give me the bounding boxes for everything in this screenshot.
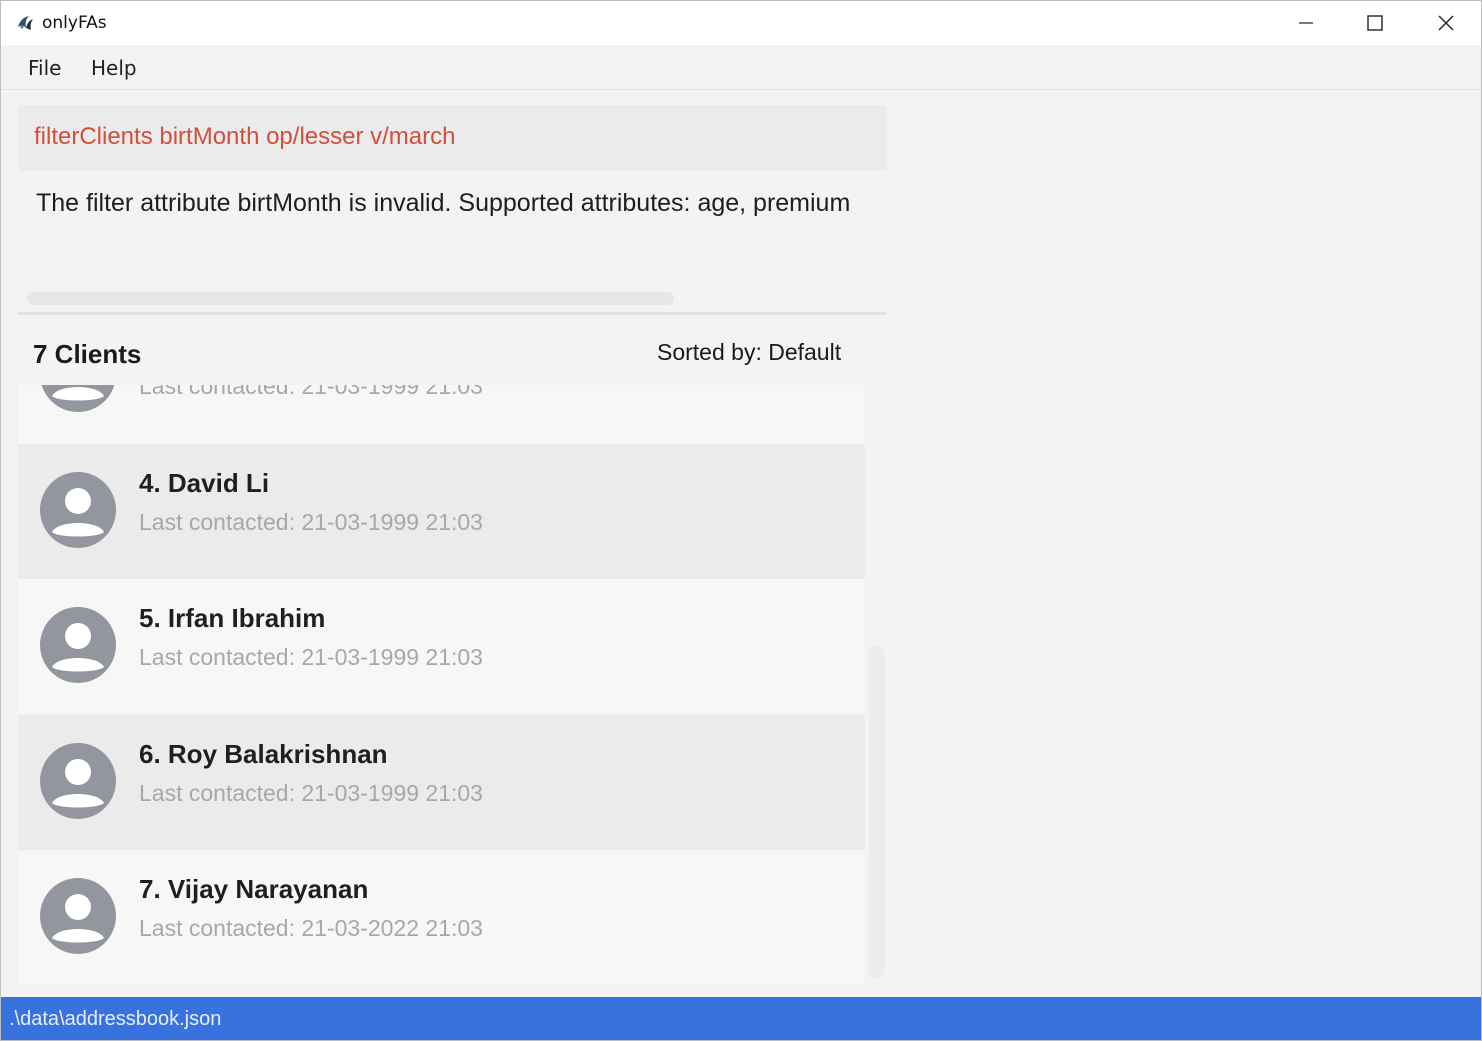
list-item[interactable]: 5. Irfan Ibrahim Last contacted: 21-03-1… bbox=[18, 579, 865, 714]
client-list[interactable]: Last contacted: 21-03-1999 21:03 4. Davi… bbox=[18, 385, 865, 985]
maximize-icon bbox=[1367, 15, 1383, 31]
app-logo-icon bbox=[18, 16, 33, 30]
status-bar: .\data\addressbook.json bbox=[1, 997, 1481, 1040]
avatar-icon bbox=[40, 878, 116, 954]
list-item[interactable]: 6. Roy Balakrishnan Last contacted: 21-0… bbox=[18, 715, 865, 850]
command-text[interactable]: filterClients birtMonth op/lesser v/marc… bbox=[34, 123, 455, 151]
list-vertical-scrollbar[interactable] bbox=[869, 646, 885, 978]
avatar-icon bbox=[40, 743, 116, 819]
last-contacted: Last contacted: 21-03-1999 21:03 bbox=[139, 509, 483, 535]
app-window: onlyFAs File Help filterClients birtMont… bbox=[0, 0, 1482, 1041]
minimize-button[interactable] bbox=[1271, 1, 1341, 45]
close-button[interactable] bbox=[1411, 1, 1481, 45]
divider bbox=[18, 312, 887, 315]
last-contacted: Last contacted: 21-03-1999 21:03 bbox=[139, 385, 483, 399]
maximize-button[interactable] bbox=[1340, 1, 1410, 45]
client-name: 5. Irfan Ibrahim bbox=[139, 603, 326, 633]
data-file-path: .\data\addressbook.json bbox=[9, 1008, 222, 1030]
client-name: 7. Vijay Narayanan bbox=[139, 874, 369, 904]
menu-help[interactable]: Help bbox=[91, 56, 137, 80]
last-contacted: Last contacted: 21-03-1999 21:03 bbox=[139, 780, 483, 806]
client-name: 6. Roy Balakrishnan bbox=[139, 739, 388, 769]
list-item[interactable]: 7. Vijay Narayanan Last contacted: 21-03… bbox=[18, 850, 865, 985]
command-input[interactable]: filterClients birtMonth op/lesser v/marc… bbox=[18, 105, 887, 171]
avatar-icon bbox=[40, 472, 116, 548]
close-icon bbox=[1438, 15, 1454, 31]
minimize-icon bbox=[1299, 22, 1313, 24]
result-message: The filter attribute birtMonth is invali… bbox=[36, 189, 851, 217]
list-item[interactable]: Last contacted: 21-03-1999 21:03 bbox=[18, 385, 865, 443]
list-item[interactable]: 4. David Li Last contacted: 21-03-1999 2… bbox=[18, 444, 865, 579]
client-name: 4. David Li bbox=[139, 468, 270, 498]
avatar-icon bbox=[41, 385, 115, 412]
title-bar: onlyFAs bbox=[1, 1, 1481, 45]
last-contacted: Last contacted: 21-03-2022 21:03 bbox=[139, 915, 483, 941]
menu-bar: File Help bbox=[1, 45, 1481, 90]
menu-file[interactable]: File bbox=[28, 56, 61, 80]
window-title: onlyFAs bbox=[42, 13, 107, 33]
avatar-icon bbox=[40, 607, 116, 683]
client-count: 7 Clients bbox=[33, 339, 142, 369]
last-contacted: Last contacted: 21-03-1999 21:03 bbox=[139, 644, 483, 670]
sort-label: Sorted by: Default bbox=[657, 339, 842, 365]
result-horizontal-scrollbar[interactable] bbox=[27, 292, 674, 305]
